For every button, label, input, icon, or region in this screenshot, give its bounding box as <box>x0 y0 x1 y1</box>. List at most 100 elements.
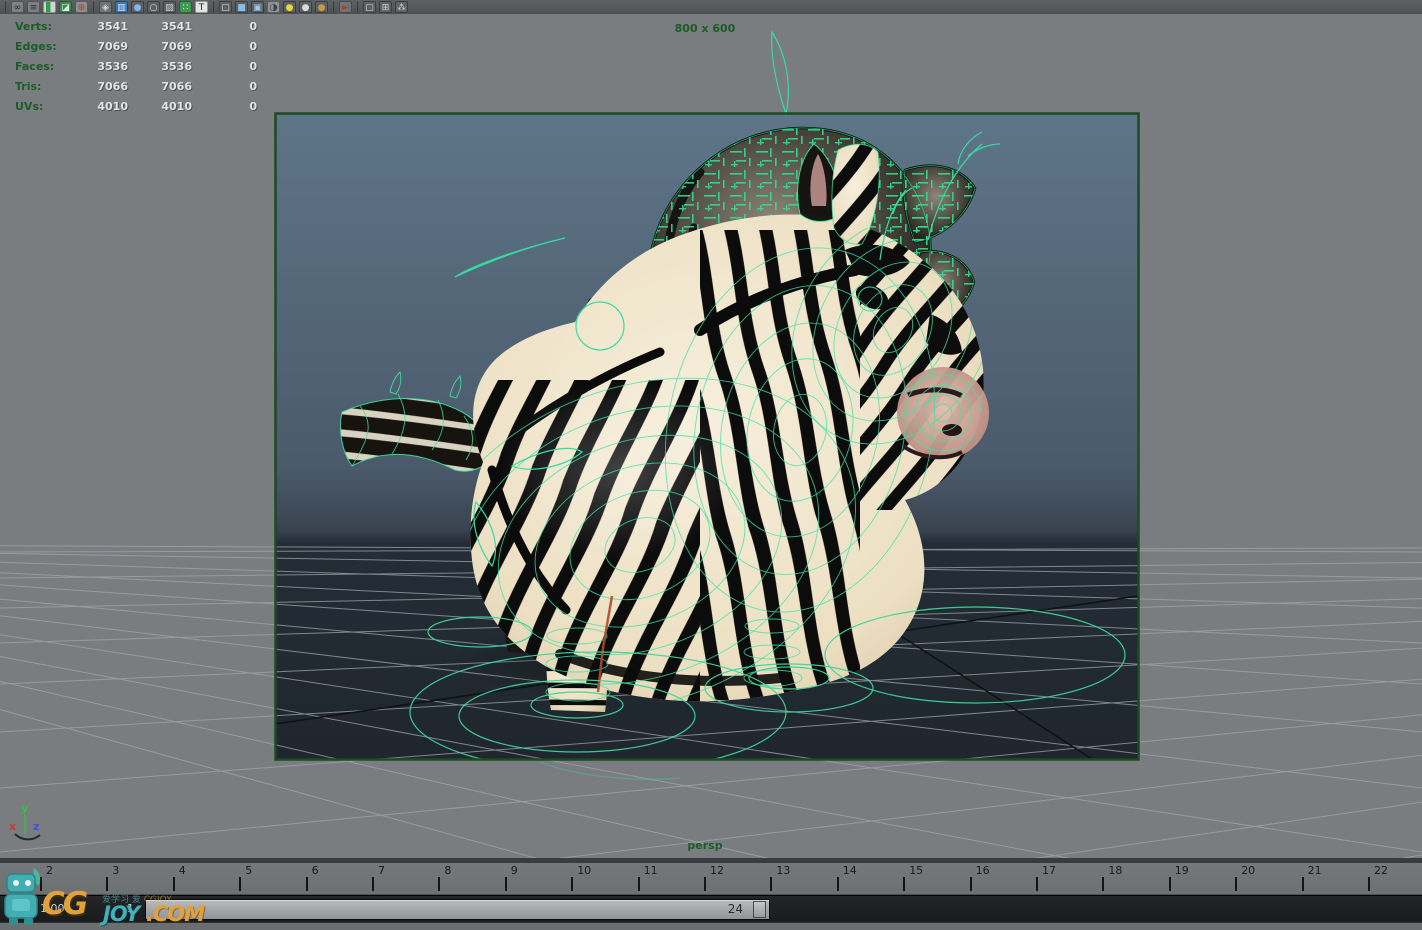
hud-extra: 0 <box>192 40 257 53</box>
hud-total: 3541 <box>75 20 128 33</box>
toolbar-separator <box>355 1 360 13</box>
timeline-tick[interactable] <box>438 877 440 891</box>
perspective-viewport[interactable]: y x z Verts:354135410Edges:706970690Face… <box>0 14 1422 858</box>
bottom-strip <box>0 922 1422 930</box>
frame-overlay-icon[interactable]: ⊞ <box>379 1 392 13</box>
timeline-tick[interactable] <box>505 877 507 891</box>
timeline-tick[interactable] <box>106 877 108 891</box>
axis-z-label: z <box>33 820 39 833</box>
hud-selected: 3541 <box>128 20 192 33</box>
hud-label: Verts: <box>0 20 75 33</box>
maya-window: ∞≡▋◪⊕◈▥●○▨∷T▢■▣◑●●●►▢⊞⁂ <box>0 0 1422 930</box>
share-icon[interactable]: ⁂ <box>395 1 408 13</box>
camera-attributes-icon[interactable]: ≡ <box>27 1 40 13</box>
timeline-tick[interactable] <box>1036 877 1038 891</box>
heads-up-display: Verts:354135410Edges:706970690Faces:3536… <box>0 16 280 116</box>
shaded-sphere-icon[interactable]: ● <box>131 1 144 13</box>
toolbar-separator <box>211 1 216 13</box>
textured-icon[interactable]: ∷ <box>179 1 192 13</box>
timeline-tick[interactable] <box>306 877 308 891</box>
viewport-scene[interactable]: y x z <box>0 14 1422 858</box>
timeline-tick[interactable] <box>1235 877 1237 891</box>
grid-icon[interactable]: ◈ <box>99 1 112 13</box>
timeline-frame-label: 6 <box>312 864 319 877</box>
default-material-icon[interactable]: ◑ <box>267 1 280 13</box>
timeline-tick[interactable] <box>1169 877 1171 891</box>
timeline-tick[interactable] <box>40 877 42 891</box>
timeline-tick[interactable] <box>239 877 241 891</box>
timeline-tick[interactable] <box>837 877 839 891</box>
timeline-tick[interactable] <box>173 877 175 891</box>
timeline-frame-label: 20 <box>1241 864 1255 877</box>
time-slider[interactable]: 2345678910111213141516171819202122 <box>0 858 1422 895</box>
axis-x-label: x <box>9 820 16 833</box>
time-slider-ticks[interactable]: 2345678910111213141516171819202122 <box>0 863 1422 895</box>
smooth-shade-cube-icon[interactable]: ■ <box>235 1 248 13</box>
timeline-frame-label: 11 <box>644 864 658 877</box>
hud-row: UVs:401040100 <box>0 96 280 116</box>
plugin-display-icon[interactable]: ▢ <box>363 1 376 13</box>
hud-row: Tris:706670660 <box>0 76 280 96</box>
flat-lighting-icon[interactable]: ● <box>299 1 312 13</box>
range-slider-handle[interactable] <box>753 901 766 918</box>
timeline-frame-label: 22 <box>1374 864 1388 877</box>
toolbar-separator <box>91 1 96 13</box>
no-lights-icon[interactable]: ● <box>315 1 328 13</box>
texture-placement-icon[interactable]: T <box>195 1 208 13</box>
wireframe-cube-icon[interactable]: ▢ <box>219 1 232 13</box>
animation-start-field[interactable]: 1.00 <box>40 902 65 915</box>
timeline-tick[interactable] <box>704 877 706 891</box>
timeline-tick[interactable] <box>372 877 374 891</box>
timeline-frame-label: 5 <box>245 864 252 877</box>
hud-extra: 0 <box>192 20 257 33</box>
hud-total: 3536 <box>75 60 128 73</box>
timeline-tick[interactable] <box>1368 877 1370 891</box>
wireframe-on-shaded-icon[interactable]: ▣ <box>251 1 264 13</box>
timeline-tick[interactable] <box>638 877 640 891</box>
hud-row: Verts:354135410 <box>0 16 280 36</box>
camera-name-label: persp <box>560 839 850 852</box>
timeline-frame-label: 19 <box>1175 864 1189 877</box>
timeline-frame-label: 12 <box>710 864 724 877</box>
range-end-label: 24 <box>728 902 743 916</box>
hud-total: 7069 <box>75 40 128 53</box>
timeline-frame-label: 21 <box>1308 864 1322 877</box>
hud-row: Edges:706970690 <box>0 36 280 56</box>
timeline-frame-label: 14 <box>843 864 857 877</box>
timeline-frame-label: 16 <box>976 864 990 877</box>
xray-icon[interactable]: ▨ <box>163 1 176 13</box>
wireframe-sphere-icon[interactable]: ○ <box>147 1 160 13</box>
hud-selected: 7069 <box>128 40 192 53</box>
timeline-frame-label: 8 <box>444 864 451 877</box>
timeline-tick[interactable] <box>770 877 772 891</box>
timeline-tick[interactable] <box>903 877 905 891</box>
timeline-tick[interactable] <box>970 877 972 891</box>
hud-label: Tris: <box>0 80 75 93</box>
range-slider-row: 1.00 1 24 <box>0 895 1422 922</box>
range-slider-bar[interactable]: 24 <box>145 899 770 920</box>
timeline-frame-label: 18 <box>1108 864 1122 877</box>
bookmark-icon[interactable]: ▋ <box>43 1 56 13</box>
timeline-frame-label: 10 <box>577 864 591 877</box>
film-gate-icon[interactable]: ▥ <box>115 1 128 13</box>
select-camera-icon[interactable]: ∞ <box>11 1 24 13</box>
timeline-tick[interactable] <box>571 877 573 891</box>
all-lights-icon[interactable]: ● <box>283 1 296 13</box>
isolate-select-icon[interactable]: ► <box>339 1 352 13</box>
resolution-gate-label: 800 x 600 <box>560 22 850 35</box>
axis-y-label: y <box>21 802 28 815</box>
zebra-nostril <box>942 424 962 436</box>
toolbar-separator <box>331 1 336 13</box>
timeline-frame-label: 4 <box>179 864 186 877</box>
rump-highlight <box>500 380 740 560</box>
hud-label: UVs: <box>0 100 75 113</box>
playback-start-field[interactable]: 1 <box>127 902 134 915</box>
timeline-tick[interactable] <box>1102 877 1104 891</box>
timeline-tick[interactable] <box>1302 877 1304 891</box>
hud-extra: 0 <box>192 80 257 93</box>
timeline-frame-label: 9 <box>511 864 518 877</box>
pan-zoom-icon[interactable]: ⊕ <box>75 1 88 13</box>
timeline-frame-label: 17 <box>1042 864 1056 877</box>
hud-row: Faces:353635360 <box>0 56 280 76</box>
image-plane-icon[interactable]: ◪ <box>59 1 72 13</box>
